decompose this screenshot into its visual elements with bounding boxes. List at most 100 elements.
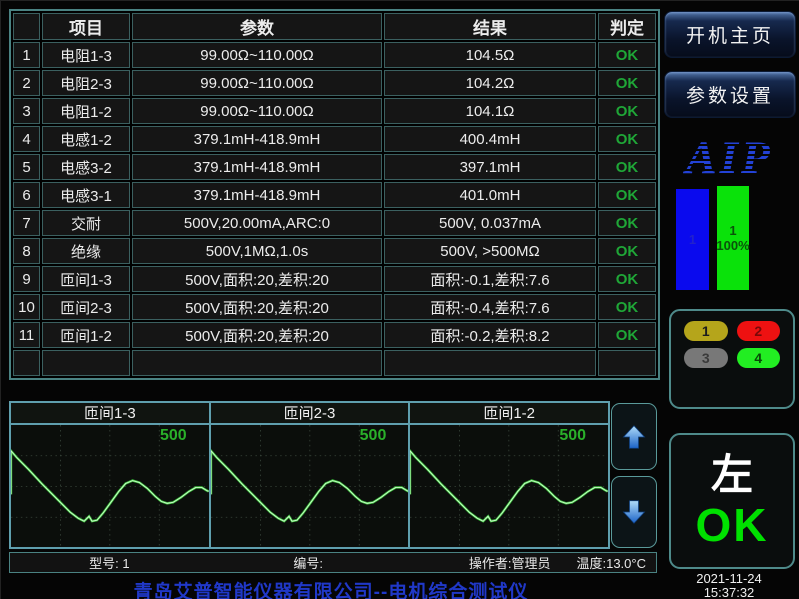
scale-label: 500 xyxy=(360,427,387,445)
side-label: 左 xyxy=(711,451,753,499)
row-result: 104.5Ω xyxy=(384,42,596,68)
scale-label: 500 xyxy=(559,427,586,445)
row-index: 6 xyxy=(13,182,40,208)
row-index: 9 xyxy=(13,266,40,292)
table-row[interactable]: 9 匝间1-3 500V,面积:20,差积:20 面积:-0.1,差积:7.6 … xyxy=(13,266,656,292)
row-result xyxy=(384,350,596,376)
arrow-up-icon xyxy=(619,422,649,452)
row-param: 379.1mH-418.9mH xyxy=(132,126,382,152)
serial-label: 编号: xyxy=(209,553,408,572)
waveform-section: 匝间1-2 500 xyxy=(408,403,608,547)
model-label: 型号: 1 xyxy=(10,553,209,572)
table-row[interactable]: 5 电感3-2 379.1mH-418.9mH 397.1mH OK xyxy=(13,154,656,180)
date-label: 2021-11-24 xyxy=(661,572,797,586)
row-param: 500V,1MΩ,1.0s xyxy=(132,238,382,264)
row-index: 5 xyxy=(13,154,40,180)
row-param: 99.00Ω~110.00Ω xyxy=(132,42,382,68)
arrow-down-icon xyxy=(619,497,649,527)
temperature-label: 温度:13.0°C xyxy=(576,553,646,572)
row-param: 379.1mH-418.9mH xyxy=(132,154,382,180)
row-judge: OK xyxy=(598,210,656,236)
bar-green-label: 1 xyxy=(729,223,736,238)
row-param: 500V,20.00mA,ARC:0 xyxy=(132,210,382,236)
row-param: 500V,面积:20,差积:20 xyxy=(132,322,382,348)
test-results-table: 项目 参数 结果 判定 1 电阻1-3 99.00Ω~110.00Ω 104.5… xyxy=(9,9,660,380)
table-row[interactable] xyxy=(13,350,656,376)
row-result: 397.1mH xyxy=(384,154,596,180)
settings-button[interactable]: 参数设置 xyxy=(664,71,796,118)
col-header-index xyxy=(13,13,40,40)
table-row[interactable]: 2 电阻2-3 99.00Ω~110.00Ω 104.2Ω OK xyxy=(13,70,656,96)
row-param: 500V,面积:20,差积:20 xyxy=(132,266,382,292)
waveform-title: 匝间1-2 xyxy=(410,403,608,425)
operator-label: 操作者:管理员 xyxy=(469,553,551,572)
table-row[interactable]: 6 电感3-1 379.1mH-418.9mH 401.0mH OK xyxy=(13,182,656,208)
row-index: 3 xyxy=(13,98,40,124)
table-row[interactable]: 10 匝间2-3 500V,面积:20,差积:20 面积:-0.4,差积:7.6… xyxy=(13,294,656,320)
row-result: 400.4mH xyxy=(384,126,596,152)
aip-logo: AIP xyxy=(661,131,797,185)
result-status: OK xyxy=(696,499,769,551)
table-row[interactable]: 1 电阻1-3 99.00Ω~110.00Ω 104.5Ω OK xyxy=(13,42,656,68)
scroll-down-button[interactable] xyxy=(611,476,657,548)
row-judge: OK xyxy=(598,322,656,348)
progress-bar-blue: 1 xyxy=(676,189,709,290)
waveform-plot: 500 xyxy=(410,425,608,547)
row-item: 绝缘 xyxy=(42,238,130,264)
row-judge: OK xyxy=(598,98,656,124)
row-index: 11 xyxy=(13,322,40,348)
row-result: 401.0mH xyxy=(384,182,596,208)
table-row[interactable]: 7 交耐 500V,20.00mA,ARC:0 500V, 0.037mA OK xyxy=(13,210,656,236)
test-result-panel: 左 OK xyxy=(669,433,795,569)
row-param: 99.00Ω~110.00Ω xyxy=(132,70,382,96)
table-row[interactable]: 3 电阻1-2 99.00Ω~110.00Ω 104.1Ω OK xyxy=(13,98,656,124)
row-index: 7 xyxy=(13,210,40,236)
scroll-up-button[interactable] xyxy=(611,403,657,470)
row-item: 交耐 xyxy=(42,210,130,236)
row-index: 1 xyxy=(13,42,40,68)
status-bar: 型号: 1 编号: 操作者:管理员 温度:13.0°C xyxy=(9,552,657,573)
row-judge: OK xyxy=(598,266,656,292)
table-row[interactable]: 8 绝缘 500V,1MΩ,1.0s 500V, >500MΩ OK xyxy=(13,238,656,264)
row-result: 500V, >500MΩ xyxy=(384,238,596,264)
table-row[interactable]: 4 电感1-2 379.1mH-418.9mH 400.4mH OK xyxy=(13,126,656,152)
waveform-plot: 500 xyxy=(11,425,209,547)
row-param: 500V,面积:20,差积:20 xyxy=(132,294,382,320)
time-label: 15:37:32 xyxy=(661,586,797,599)
waveform-section: 匝间1-3 500 xyxy=(11,403,209,547)
row-index: 2 xyxy=(13,70,40,96)
row-item: 电阻2-3 xyxy=(42,70,130,96)
col-header-result: 结果 xyxy=(384,13,596,40)
row-item: 电感1-2 xyxy=(42,126,130,152)
row-item: 匝间1-2 xyxy=(42,322,130,348)
row-result: 面积:-0.2,差积:8.2 xyxy=(384,322,596,348)
row-judge: OK xyxy=(598,154,656,180)
row-param: 99.00Ω~110.00Ω xyxy=(132,98,382,124)
row-param: 379.1mH-418.9mH xyxy=(132,182,382,208)
row-index: 4 xyxy=(13,126,40,152)
test-table-body: 1 电阻1-3 99.00Ω~110.00Ω 104.5Ω OK 2 电阻2-3… xyxy=(13,42,656,376)
row-judge: OK xyxy=(598,238,656,264)
row-judge xyxy=(598,350,656,376)
col-header-judge: 判定 xyxy=(598,13,656,40)
table-row[interactable]: 11 匝间1-2 500V,面积:20,差积:20 面积:-0.2,差积:8.2… xyxy=(13,322,656,348)
row-item: 电阻1-2 xyxy=(42,98,130,124)
channel-indicator-2[interactable]: 2 xyxy=(737,321,781,341)
table-header-row: 项目 参数 结果 判定 xyxy=(13,13,656,40)
channel-indicator-1[interactable]: 1 xyxy=(684,321,728,341)
row-judge: OK xyxy=(598,42,656,68)
waveform-panel: 匝间1-3 500 匝间2-3 xyxy=(9,401,610,549)
home-button[interactable]: 开机主页 xyxy=(664,11,796,58)
bar-green-percent: 100% xyxy=(716,238,749,253)
scale-label: 500 xyxy=(160,427,187,445)
row-result: 500V, 0.037mA xyxy=(384,210,596,236)
row-judge: OK xyxy=(598,126,656,152)
channel-indicator-3[interactable]: 3 xyxy=(684,348,728,368)
row-result: 面积:-0.4,差积:7.6 xyxy=(384,294,596,320)
row-judge: OK xyxy=(598,70,656,96)
row-item: 电感3-1 xyxy=(42,182,130,208)
channel-indicator-panel: 1234 xyxy=(669,309,795,409)
channel-indicator-4[interactable]: 4 xyxy=(737,348,781,368)
row-result: 104.1Ω xyxy=(384,98,596,124)
row-judge: OK xyxy=(598,182,656,208)
